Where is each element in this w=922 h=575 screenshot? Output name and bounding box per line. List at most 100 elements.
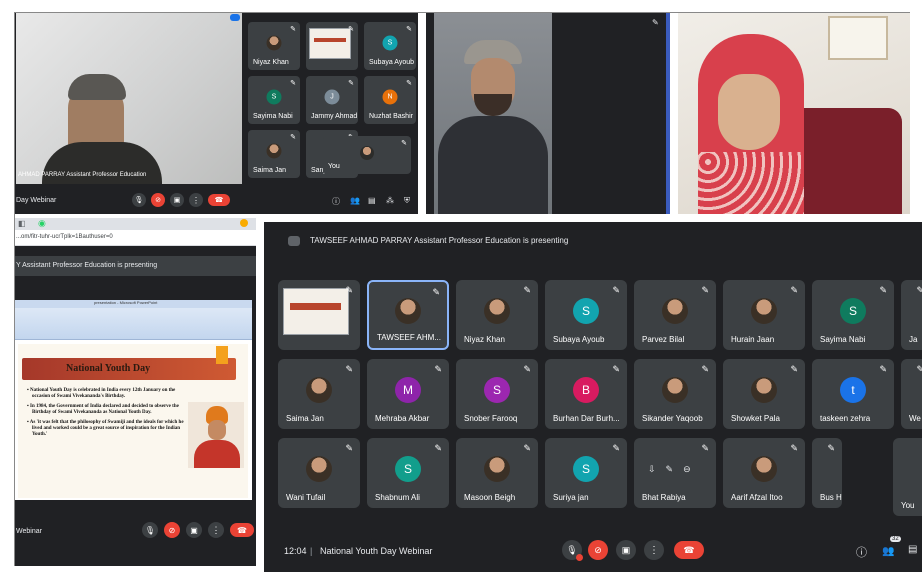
participant-tile[interactable]: ✎ Ja (901, 280, 922, 350)
participant-tile[interactable]: B ✎ Burhan Dar Burh... (545, 359, 627, 429)
more-options-button[interactable]: ⋮ (189, 193, 203, 207)
participant-video-woman (678, 12, 910, 214)
host-controls-icon[interactable]: ⛨ (404, 196, 410, 206)
participant-tile[interactable]: ✎ Showket Pala (723, 359, 805, 429)
participant-tile[interactable]: S ✎ Sayima Nabi (248, 76, 300, 124)
participant-tile[interactable]: ✎ Hurain Jaan (723, 280, 805, 350)
avatar-photo (751, 455, 777, 482)
participant-tile[interactable]: S ✎ Suriya jan (545, 438, 627, 508)
camera-off-button[interactable]: ⊘ (164, 522, 180, 538)
participant-tile[interactable]: N ✎ Nuzhat Bashir (364, 76, 416, 124)
participant-tile[interactable]: J ✎ Jammy Ahmad (306, 76, 358, 124)
chat-icon[interactable]: ▤ (368, 196, 376, 205)
mic-button[interactable]: 🎙 (132, 193, 146, 207)
end-call-button[interactable]: ☎ (208, 194, 230, 206)
participant-tile[interactable]: ✎ Parvez Bilal (634, 280, 716, 350)
mic-muted-icon: ✎ (406, 80, 412, 87)
tile-hover-controls[interactable]: ⇩✎⊖ (648, 464, 701, 475)
participant-tile[interactable]: ✎ Sikander Yaqoob (634, 359, 716, 429)
mic-muted-icon: ✎ (790, 364, 798, 374)
webinar-title: Day Webinar (16, 197, 57, 204)
mic-muted-icon: ✎ (434, 364, 442, 374)
participant-name: Snober Farooq (464, 414, 518, 423)
people-icon[interactable]: 👥 (350, 196, 360, 205)
avatar: S (382, 35, 398, 51)
avatar: J (324, 89, 340, 105)
participant-name: Niyaz Khan (464, 335, 505, 344)
present-button[interactable]: ▣ (616, 540, 636, 560)
mic-muted-icon: ✎ (612, 364, 620, 374)
meet-window-top-left: AHMAD PARRAY Assistant Professor Educati… (14, 12, 418, 214)
whatsapp-icon[interactable]: ◉ (38, 218, 46, 229)
participant-grid: ✎ ✎ TAWSEEF AHM... ✎ Niyaz Khan S ✎ Subaya Ayou… (264, 222, 922, 572)
participant-tile[interactable]: ✎ Masoon Beigh (456, 438, 538, 508)
presenter-video: AHMAD PARRAY Assistant Professor Educati… (16, 12, 242, 184)
participant-tile[interactable]: ✎ (306, 22, 358, 70)
participant-tile[interactable]: ✎ (278, 280, 360, 350)
end-call-button[interactable]: ☎ (230, 523, 254, 537)
participant-tile[interactable]: ✎ Niyaz Khan (248, 22, 300, 70)
camera-off-button[interactable]: ⊘ (151, 193, 165, 207)
participant-name: Mehraba Akbar (375, 414, 430, 423)
avatar-photo (662, 376, 688, 403)
end-call-button[interactable]: ☎ (674, 541, 704, 559)
participant-tile[interactable]: ✎ Niyaz Khan (456, 280, 538, 350)
participant-tile[interactable]: ✎ Saima Jan (248, 130, 300, 178)
participant-tile[interactable]: S ✎ Sayima Nabi (812, 280, 894, 350)
participant-tile[interactable]: S ✎ Snober Farooq (456, 359, 538, 429)
mic-muted-icon: ✎ (701, 443, 709, 453)
url-text: ...om/fitr-tuhr-ucrTplk=1Bauthuser=0 (16, 234, 113, 240)
avatar-photo (484, 455, 510, 482)
present-button[interactable]: ▣ (186, 522, 202, 538)
participant-tile[interactable]: M ✎ Mehraba Akbar (367, 359, 449, 429)
participant-tile[interactable]: ⇩✎⊖ ✎ Bhat Rabiya (634, 438, 716, 508)
participant-tile[interactable]: t ✎ taskeen zehra (812, 359, 894, 429)
mic-muted-icon: ✎ (432, 287, 440, 297)
participant-tile[interactable]: ✎ Wani Tufail (278, 438, 360, 508)
participant-name: Wani Tufail (286, 493, 326, 502)
chat-icon[interactable]: ▤ (908, 544, 917, 555)
participant-name: Aarif Afzal Itoo (731, 493, 783, 502)
participant-name: Ja (909, 335, 918, 344)
participant-name: Jammy Ahmad (311, 113, 358, 120)
avatar: S (395, 455, 421, 482)
participant-tile[interactable]: ✎ Saima Jan (278, 359, 360, 429)
man-jacket (438, 116, 548, 214)
mic-muted-icon: ✎ (612, 285, 620, 295)
info-icon[interactable]: ⓘ (332, 196, 340, 207)
pin-icon[interactable] (230, 14, 240, 21)
activities-icon[interactable]: ⁂ (386, 196, 394, 205)
participant-name: Bus H (820, 493, 842, 502)
avatar-photo (266, 35, 282, 51)
browser-tabs: ◧ ◉ (14, 218, 256, 230)
camera-off-button[interactable]: ⊘ (588, 540, 608, 560)
slide-accent-box (216, 346, 228, 364)
mic-button[interactable]: 🎙 (142, 522, 158, 538)
more-options-button[interactable]: ⋮ (208, 522, 224, 538)
participant-tile[interactable]: ✎You (323, 136, 411, 174)
people-icon[interactable]: 👥 (882, 546, 894, 557)
extension-icon[interactable] (240, 219, 248, 227)
more-options-button[interactable]: ⋮ (644, 540, 664, 560)
participant-name: taskeen zehra (820, 414, 871, 423)
participant-name: Shabnum Ali (375, 493, 420, 502)
tab-icon[interactable]: ◧ (18, 219, 26, 228)
participant-tile[interactable]: ✎You (893, 438, 922, 516)
participant-tile[interactable]: S ✎ Subaya Ayoub (545, 280, 627, 350)
mic-alert-dot (576, 554, 583, 561)
present-button[interactable]: ▣ (170, 193, 184, 207)
participant-grid: ✎ Niyaz Khan ✎ S ✎ Subaya Ayoub S ✎ Sayima Nabi J… (248, 22, 416, 184)
participant-tile[interactable]: ✎ Bus H (812, 438, 842, 508)
participant-tile[interactable]: ✎ We (901, 359, 922, 429)
url-bar[interactable]: ...om/fitr-tuhr-ucrTplk=1Bauthuser=0 (14, 230, 256, 246)
avatar: S (573, 297, 599, 324)
participant-tile[interactable]: ✎ TAWSEEF AHM... (367, 280, 449, 350)
participant-name: Burhan Dar Burh... (553, 414, 620, 423)
avatar: S (840, 297, 866, 324)
avatar-photo (395, 298, 421, 325)
mic-muted-icon: ✎ (401, 140, 407, 147)
info-icon[interactable]: ⓘ (856, 544, 867, 560)
participant-tile[interactable]: ✎ Aarif Afzal Itoo (723, 438, 805, 508)
participant-tile[interactable]: S ✎ Shabnum Ali (367, 438, 449, 508)
participant-tile[interactable]: S ✎ Subaya Ayoub (364, 22, 416, 70)
